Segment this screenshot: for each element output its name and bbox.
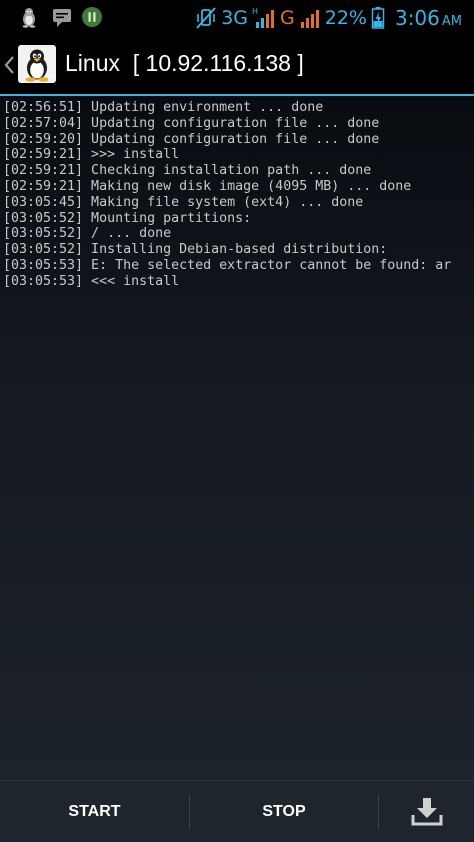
stop-button[interactable]: STOP (190, 781, 378, 842)
network-g-label: G (280, 6, 295, 29)
battery-percent: 22% (324, 6, 367, 29)
chat-icon (53, 9, 71, 27)
action-bar-divider (0, 94, 474, 96)
vibrate-off-icon (196, 6, 216, 29)
battery-charging-icon (371, 6, 385, 29)
signal-3g-icon: H (252, 7, 274, 28)
log-line: [02:59:21] >>> install (3, 147, 180, 163)
page-title: Linux [ 10.92.116.138 ] (65, 50, 304, 76)
clock: 3:06 AM (395, 6, 462, 30)
log-line: [02:56:51] Updating environment ... done (3, 100, 324, 115)
log-line: [03:05:53] <<< install (3, 273, 180, 289)
wakelock-icon (82, 7, 102, 27)
up-navigation-icon[interactable] (2, 54, 16, 76)
linux-deploy-screen: 3G H G 22% 3:06 AM Linux [10.92.116.138… (0, 0, 474, 842)
download-icon (411, 798, 442, 826)
linux-tux-icon (25, 49, 49, 82)
log-line: [03:05:52] / ... done (3, 226, 172, 242)
log-line: [02:59:21] Checking installation path ..… (3, 163, 372, 179)
start-button[interactable]: START (0, 781, 189, 842)
network-3g-label: 3G (221, 6, 248, 29)
log-line: [03:05:45] Making file system (ext4) ...… (3, 194, 364, 210)
log-output[interactable]: [02:56:51] Updating environment ... done… (3, 100, 473, 290)
clock-ampm: AM (441, 13, 462, 29)
log-line: [03:05:53] E: The selected extractor can… (3, 257, 452, 273)
log-line: [02:57:04] Updating configuration file .… (3, 115, 380, 131)
linux-tux-icon (22, 8, 36, 28)
app-icon[interactable] (18, 45, 56, 83)
status-bar-right: 3G H G 22% 3:06 AM (195, 0, 462, 35)
clock-time: 3:06 (394, 5, 440, 30)
status-bar: 3G H G 22% 3:06 AM (0, 0, 474, 35)
log-line: [02:59:20] Updating configuration file .… (3, 131, 380, 147)
log-line: [03:05:52] Mounting partitions: (3, 210, 252, 226)
signal-g-icon (300, 9, 319, 28)
log-line: [03:05:52] Installing Debian-based distr… (3, 242, 388, 258)
bottom-action-bar: START STOP (0, 780, 474, 842)
download-button[interactable] (379, 781, 474, 842)
log-line: [02:59:21] Making new disk image (4095 M… (3, 178, 412, 194)
svg-text:H: H (252, 7, 258, 16)
